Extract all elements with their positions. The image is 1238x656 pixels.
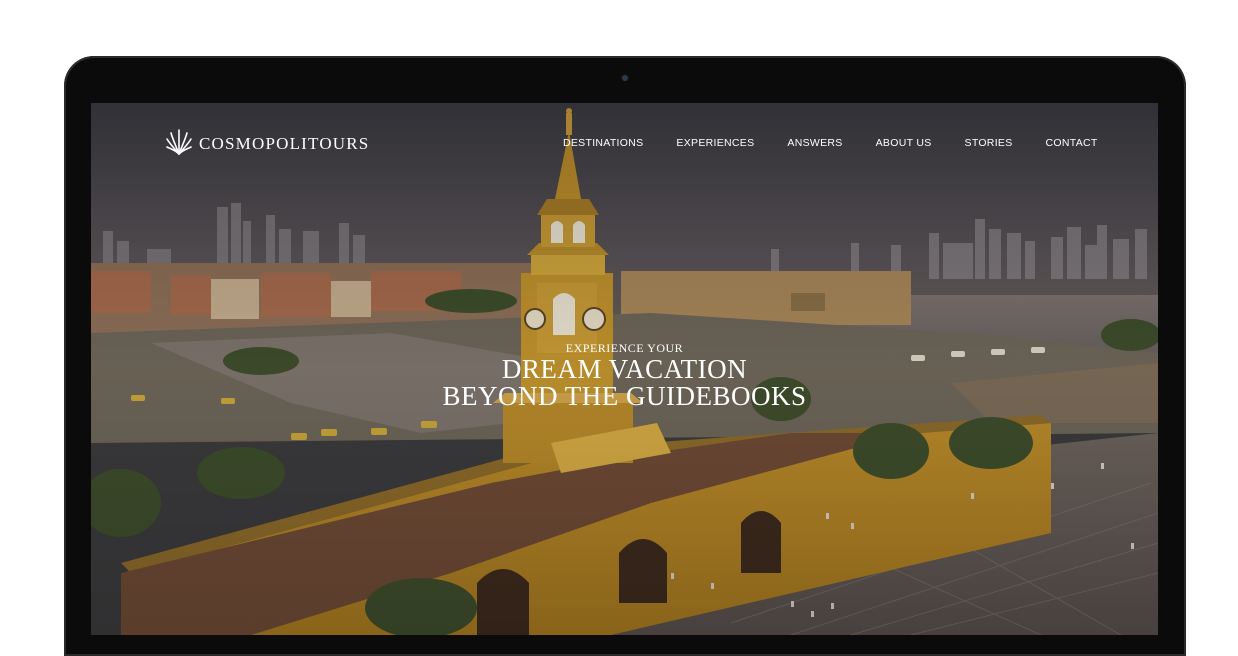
hero-title-line-2: BEYOND THE GUIDEBOOKS [442,381,807,411]
nav-stories[interactable]: STORIES [965,137,1013,149]
nav-about-us[interactable]: ABOUT US [876,137,932,149]
nav-destinations[interactable]: DESTINATIONS [563,137,643,149]
website-screen: COSMOPOLITOURS DESTINATIONS EXPERIENCES … [91,103,1158,635]
brand-logo[interactable]: COSMOPOLITOURS [165,128,370,161]
main-navigation: DESTINATIONS EXPERIENCES ANSWERS ABOUT U… [563,137,1131,149]
webcam-icon [622,75,628,81]
hero-kicker: EXPERIENCE YOUR [565,341,684,355]
palm-leaf-logo-icon [165,128,193,161]
hero-title-line-1: DREAM VACATION [501,354,748,384]
nav-experiences[interactable]: EXPERIENCES [676,137,754,149]
nav-answers[interactable]: ANSWERS [787,137,842,149]
brand-name: COSMOPOLITOURS [199,134,370,153]
hero-headline: EXPERIENCE YOUR DREAM VACATION BEYOND TH… [91,341,1158,410]
nav-contact[interactable]: CONTACT [1046,137,1098,149]
